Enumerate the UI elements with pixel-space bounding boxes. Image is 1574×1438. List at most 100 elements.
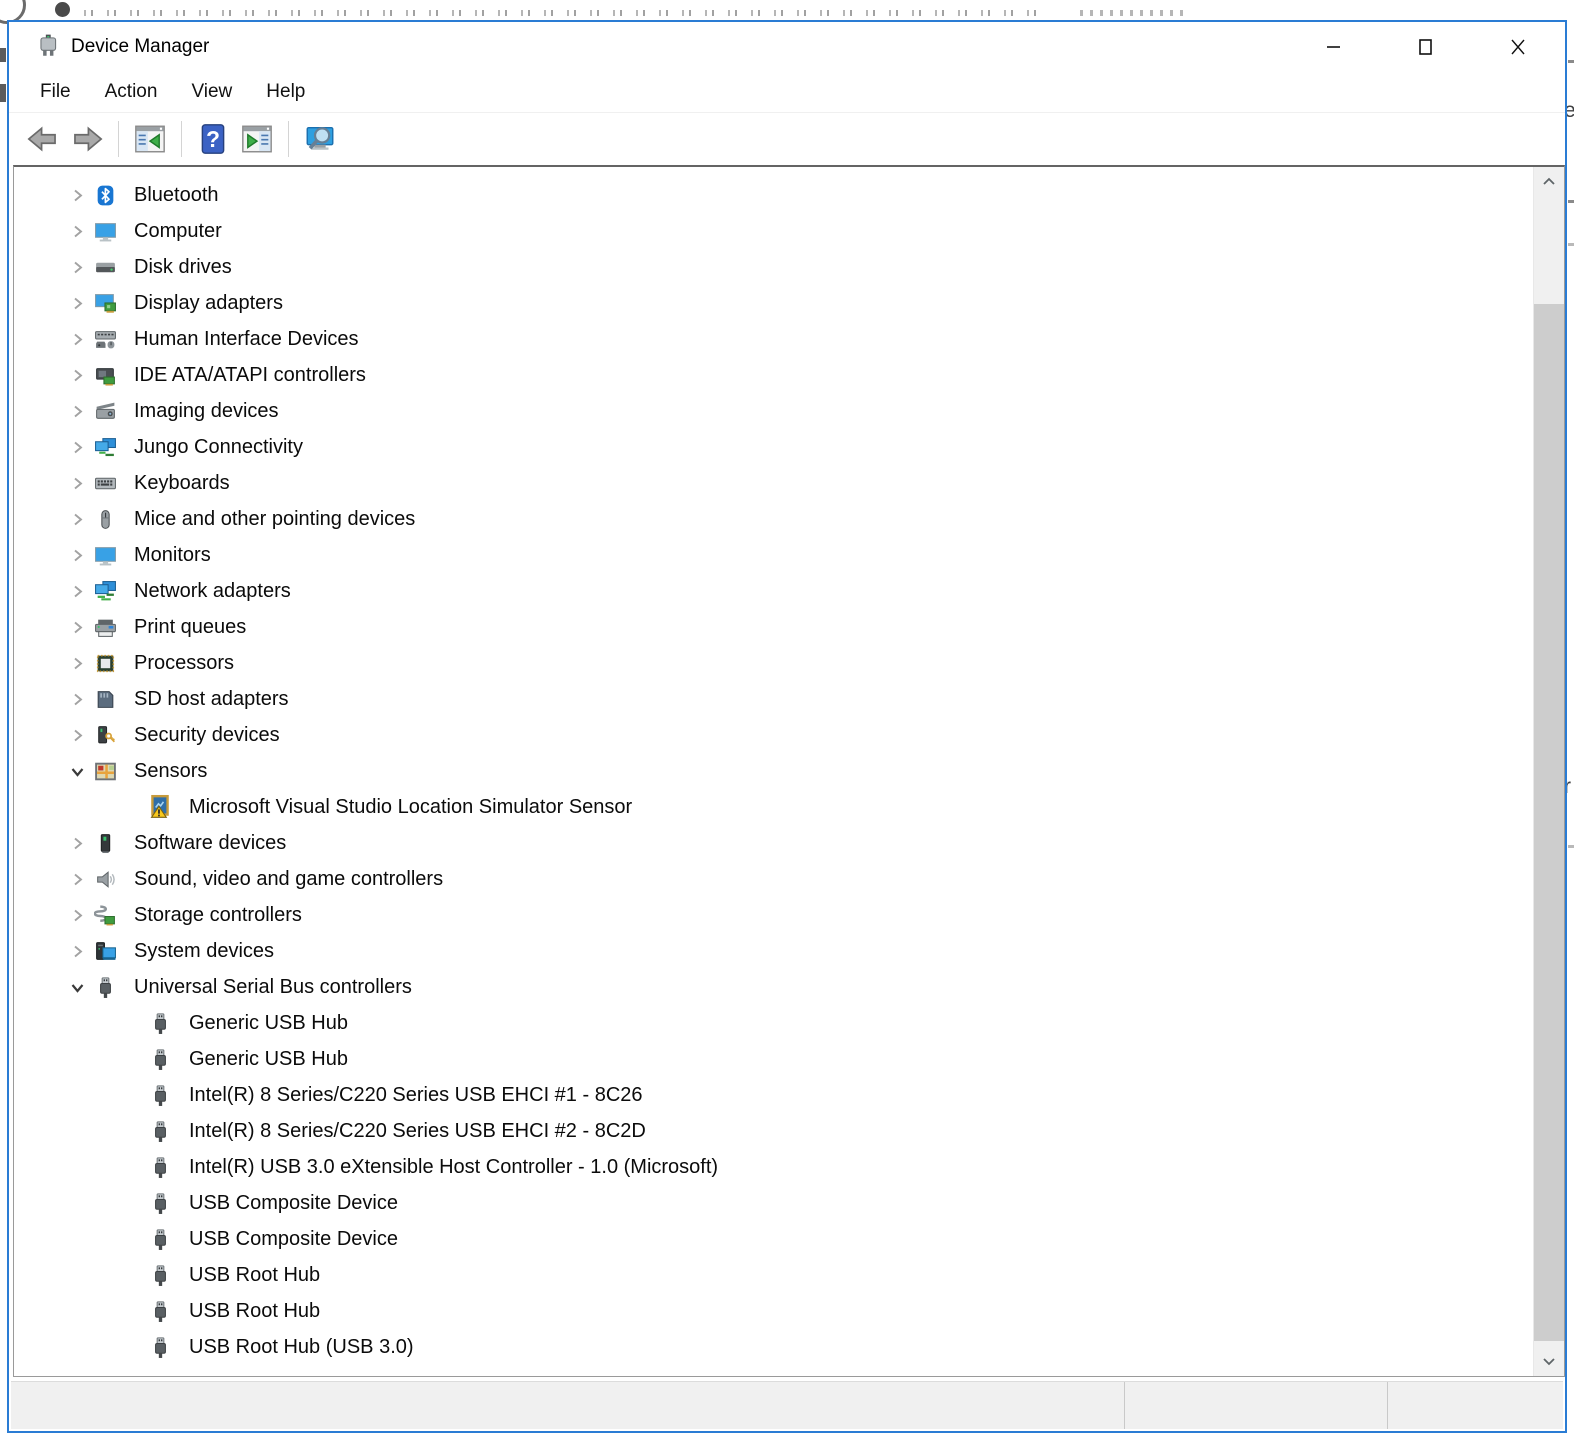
scroll-down-button[interactable] — [1534, 1346, 1564, 1376]
background-clipped-text — [1080, 10, 1190, 16]
tree-item-intel-r-8-series-c220-series-usb-ehci-2-8c2d[interactable]: Intel(R) 8 Series/C220 Series USB EHCI #… — [14, 1113, 1533, 1149]
scrollbar-thumb[interactable] — [1534, 304, 1564, 1341]
tree-item-network-adapters[interactable]: Network adapters — [14, 573, 1533, 609]
tree-item-storage-controllers[interactable]: Storage controllers — [14, 897, 1533, 933]
title-bar[interactable]: Device Manager — [9, 22, 1565, 72]
menu-file[interactable]: File — [23, 72, 88, 112]
tree-item-usb-composite-device-2[interactable]: USB Composite Device — [14, 1221, 1533, 1257]
tree-item-monitors[interactable]: Monitors — [14, 537, 1533, 573]
maximize-button[interactable] — [1395, 24, 1457, 70]
usb-device-icon — [145, 1228, 175, 1251]
chevron-right-icon[interactable] — [64, 295, 90, 312]
chevron-right-icon[interactable] — [64, 187, 90, 204]
tree-item-sensors[interactable]: Sensors — [14, 753, 1533, 789]
chevron-right-icon[interactable] — [64, 655, 90, 672]
tree-item-usb-composite-device[interactable]: USB Composite Device — [14, 1185, 1533, 1221]
sensors-icon — [90, 760, 120, 783]
chevron-down-icon[interactable] — [64, 763, 90, 780]
show-console-tree-button[interactable] — [128, 117, 172, 161]
tree-item-display-adapters[interactable]: Display adapters — [14, 285, 1533, 321]
help-button[interactable]: ? — [191, 117, 235, 161]
bluetooth-icon — [90, 184, 120, 207]
background-clipped-text — [84, 10, 1044, 16]
tree-item-label: USB Root Hub — [189, 1299, 321, 1322]
usb-device-icon — [145, 1084, 175, 1107]
scroll-up-button[interactable] — [1534, 167, 1564, 197]
tree-item-label: Mice and other pointing devices — [134, 507, 416, 530]
chevron-right-icon[interactable] — [64, 547, 90, 564]
minimize-button[interactable] — [1303, 24, 1365, 70]
chevron-right-icon[interactable] — [64, 835, 90, 852]
chevron-right-icon[interactable] — [64, 907, 90, 924]
tree-item-generic-usb-hub-2[interactable]: Generic USB Hub — [14, 1041, 1533, 1077]
imaging-device-icon — [90, 400, 120, 423]
tree-item-label: Human Interface Devices — [134, 327, 359, 350]
forward-button[interactable] — [65, 117, 109, 161]
tree-item-microsoft-visual-studio-location-simulator-sensor[interactable]: Microsoft Visual Studio Location Simulat… — [14, 789, 1533, 825]
back-button[interactable] — [21, 117, 65, 161]
chevron-down-icon — [1543, 1358, 1555, 1366]
chevron-right-icon[interactable] — [64, 259, 90, 276]
tree-item-label: Software devices — [134, 831, 287, 854]
tree-item-label: Generic USB Hub — [189, 1047, 348, 1070]
tree-item-usb-root-hub-2[interactable]: USB Root Hub — [14, 1293, 1533, 1329]
menu-help[interactable]: Help — [249, 72, 322, 112]
tree-item-imaging-devices[interactable]: Imaging devices — [14, 393, 1533, 429]
chevron-right-icon[interactable] — [64, 403, 90, 420]
tree-item-processors[interactable]: Processors — [14, 645, 1533, 681]
software-device-icon — [90, 832, 120, 855]
tree-item-ide-ata-atapi-controllers[interactable]: IDE ATA/ATAPI controllers — [14, 357, 1533, 393]
tree-item-keyboards[interactable]: Keyboards — [14, 465, 1533, 501]
tree-item-label: Computer — [134, 219, 222, 242]
system-device-icon — [90, 940, 120, 963]
chevron-right-icon[interactable] — [64, 511, 90, 528]
usb-device-icon — [145, 1300, 175, 1323]
close-button[interactable] — [1487, 24, 1549, 70]
chevron-right-icon[interactable] — [64, 223, 90, 240]
tree-item-generic-usb-hub[interactable]: Generic USB Hub — [14, 1005, 1533, 1041]
chevron-right-icon[interactable] — [64, 871, 90, 888]
scan-for-hardware-changes-button[interactable] — [298, 117, 342, 161]
background-lock-icon — [55, 2, 70, 17]
tree-item-label: Universal Serial Bus controllers — [134, 975, 412, 998]
menu-action[interactable]: Action — [88, 72, 175, 112]
chevron-right-icon[interactable] — [64, 691, 90, 708]
tree-item-software-devices[interactable]: Software devices — [14, 825, 1533, 861]
background-left-fragment — [0, 84, 6, 102]
tree-item-intel-r-usb-3-0-extensible-host-controller-1-0-microsoft[interactable]: Intel(R) USB 3.0 eXtensible Host Control… — [14, 1149, 1533, 1185]
chevron-right-icon[interactable] — [64, 943, 90, 960]
tree-item-usb-root-hub[interactable]: USB Root Hub — [14, 1257, 1533, 1293]
chevron-down-icon[interactable] — [64, 979, 90, 996]
tree-item-computer[interactable]: Computer — [14, 213, 1533, 249]
tree-item-security-devices[interactable]: Security devices — [14, 717, 1533, 753]
chevron-right-icon[interactable] — [64, 727, 90, 744]
menu-view[interactable]: View — [174, 72, 249, 112]
forward-arrow-icon — [74, 126, 103, 152]
chevron-right-icon[interactable] — [64, 475, 90, 492]
chevron-right-icon[interactable] — [64, 331, 90, 348]
tree-item-label: Jungo Connectivity — [134, 435, 303, 458]
tree-item-print-queues[interactable]: Print queues — [14, 609, 1533, 645]
chevron-right-icon[interactable] — [64, 583, 90, 600]
tree-item-human-interface-devices[interactable]: Human Interface Devices — [14, 321, 1533, 357]
vertical-scrollbar[interactable] — [1533, 167, 1564, 1376]
show-action-pane-button[interactable] — [235, 117, 279, 161]
tree-item-universal-serial-bus-controllers[interactable]: Universal Serial Bus controllers — [14, 969, 1533, 1005]
tree-item-sd-host-adapters[interactable]: SD host adapters — [14, 681, 1533, 717]
chevron-right-icon[interactable] — [64, 619, 90, 636]
usb-device-icon — [145, 1120, 175, 1143]
menu-bar: File Action View Help — [9, 72, 1565, 113]
tree-item-bluetooth[interactable]: Bluetooth — [14, 177, 1533, 213]
chevron-right-icon[interactable] — [64, 367, 90, 384]
usb-device-icon — [145, 1264, 175, 1287]
tree-item-jungo-connectivity[interactable]: Jungo Connectivity — [14, 429, 1533, 465]
tree-item-sound-video-and-game-controllers[interactable]: Sound, video and game controllers — [14, 861, 1533, 897]
tree-item-usb-root-hub-usb-3-0[interactable]: USB Root Hub (USB 3.0) — [14, 1329, 1533, 1365]
chevron-right-icon[interactable] — [64, 439, 90, 456]
status-pane — [11, 1382, 1125, 1429]
tree-item-mice-and-other-pointing-devices[interactable]: Mice and other pointing devices — [14, 501, 1533, 537]
tree-item-intel-r-8-series-c220-series-usb-ehci-1-8c26[interactable]: Intel(R) 8 Series/C220 Series USB EHCI #… — [14, 1077, 1533, 1113]
tree-item-system-devices[interactable]: System devices — [14, 933, 1533, 969]
tree-item-disk-drives[interactable]: Disk drives — [14, 249, 1533, 285]
processor-icon — [90, 652, 120, 675]
